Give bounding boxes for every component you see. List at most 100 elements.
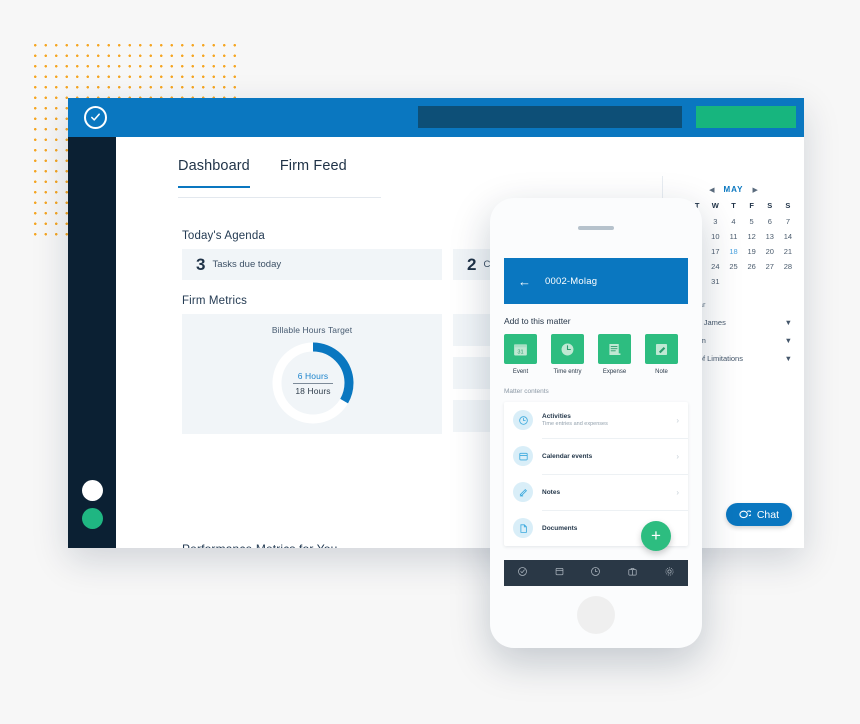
- calendar-day-selected[interactable]: 18: [724, 247, 742, 256]
- calendar-day[interactable]: 13: [761, 232, 779, 241]
- calendar-day[interactable]: 6: [761, 217, 779, 226]
- donut-center-label: 6 Hours 18 Hours: [270, 371, 356, 396]
- nav-check-circle-icon[interactable]: [517, 564, 528, 582]
- donut-fraction-rule: [293, 383, 333, 384]
- clock-icon: [513, 410, 533, 430]
- svg-text:31: 31: [517, 349, 523, 355]
- calendar-day[interactable]: 21: [779, 247, 797, 256]
- check-icon: [91, 113, 100, 121]
- chat-bubble-icon: [739, 510, 751, 519]
- list-item-subtitle: Time entries and expenses: [542, 421, 608, 428]
- calendar-dow: W: [711, 201, 719, 210]
- chat-label: Chat: [756, 508, 779, 521]
- main-tabs: Dashboard Firm Feed: [178, 158, 347, 188]
- calendar-day[interactable]: 12: [743, 232, 761, 241]
- pencil-glyph: [519, 488, 527, 496]
- clock-glyph: [561, 343, 574, 355]
- list-item-text: Activities Time entries and expenses: [542, 413, 676, 428]
- avatar-dot-white[interactable]: [82, 480, 103, 501]
- product-shot-stage: Dashboard Firm Feed Today's Agenda 3 Tas…: [0, 0, 860, 724]
- desktop-left-sidebar: [68, 137, 116, 548]
- calendar-day[interactable]: 7: [779, 217, 797, 226]
- nav-briefcase-icon[interactable]: [627, 564, 638, 582]
- list-item-text: Calendar events: [542, 453, 676, 460]
- caret-down-icon[interactable]: ▼: [785, 354, 792, 363]
- calendar-day[interactable]: 26: [743, 262, 761, 271]
- calendar-day[interactable]: 3: [706, 217, 724, 226]
- chevron-right-icon: ›: [676, 451, 679, 461]
- list-item-calendar-events[interactable]: Calendar events ›: [504, 438, 688, 474]
- list-item-activities[interactable]: Activities Time entries and expenses ›: [504, 402, 688, 438]
- quick-action-event[interactable]: 31 Event: [504, 334, 537, 375]
- add-to-matter-title: Add to this matter: [504, 316, 571, 326]
- quick-action-expense[interactable]: Expense: [598, 334, 631, 375]
- nav-gear-icon[interactable]: [664, 564, 675, 582]
- calendar-day[interactable]: 27: [761, 262, 779, 271]
- calendar-dow: F: [749, 201, 754, 210]
- list-item-title: Notes: [542, 488, 561, 496]
- phone-app-header: ← 0002-Molag: [504, 258, 688, 304]
- chevron-right-icon[interactable]: ▶: [753, 186, 758, 194]
- calendar-glyph: 31: [514, 343, 527, 355]
- tab-firm-feed[interactable]: Firm Feed: [280, 158, 347, 188]
- calendar-day[interactable]: 28: [779, 262, 797, 271]
- donut-numerator: 6 Hours: [297, 371, 329, 381]
- section-title-agenda: Today's Agenda: [182, 230, 265, 242]
- receipt-icon: [598, 334, 631, 364]
- chat-button[interactable]: Chat: [725, 503, 792, 526]
- calendar-day[interactable]: 5: [743, 217, 761, 226]
- pencil-icon: [513, 482, 533, 502]
- caret-down-icon[interactable]: ▼: [785, 318, 792, 327]
- calendar-day[interactable]: 4: [724, 217, 742, 226]
- clock-glyph: [591, 567, 601, 576]
- quick-action-label: Event: [512, 369, 529, 375]
- document-glyph: [519, 523, 527, 533]
- caret-down-icon[interactable]: ▼: [785, 336, 792, 345]
- agenda-label: Tasks due today: [212, 259, 282, 270]
- agenda-count: 2: [467, 254, 477, 274]
- phone-speaker-grille: [578, 226, 614, 230]
- chevron-left-icon[interactable]: ◀: [709, 186, 714, 194]
- agenda-card-tasks[interactable]: 3 Tasks due today: [182, 249, 442, 280]
- calendar-dow: T: [731, 201, 736, 210]
- home-button[interactable]: [577, 596, 615, 634]
- clock-icon: [551, 334, 584, 364]
- status-dot-green[interactable]: [82, 508, 103, 529]
- chevron-right-icon: ›: [676, 415, 679, 425]
- arrow-left-icon[interactable]: ←: [518, 274, 531, 289]
- calendar-day[interactable]: 10: [706, 232, 724, 241]
- nav-calendar-icon[interactable]: [554, 564, 565, 582]
- calendar-day[interactable]: 14: [779, 232, 797, 241]
- quick-action-label: Note: [655, 369, 668, 375]
- donut-denominator: 18 Hours: [295, 386, 331, 396]
- donut-chart: 6 Hours 18 Hours: [270, 340, 356, 426]
- quick-action-time-entry[interactable]: Time entry: [551, 334, 584, 375]
- calendar-day[interactable]: 24: [706, 262, 724, 271]
- calendar-glyph: [555, 567, 564, 576]
- list-item-text: Notes: [542, 489, 676, 496]
- quick-action-note[interactable]: Note: [645, 334, 678, 375]
- primary-cta-button[interactable]: [696, 106, 796, 128]
- calendar-day[interactable]: 19: [743, 247, 761, 256]
- document-icon: [513, 518, 533, 538]
- phone-bottom-nav: [504, 560, 688, 586]
- clock-glyph: [518, 415, 528, 425]
- pencil-note-icon: [645, 334, 678, 364]
- nav-clock-icon[interactable]: [590, 564, 601, 582]
- list-item-notes[interactable]: Notes ›: [504, 474, 688, 510]
- calendar-day[interactable]: 20: [761, 247, 779, 256]
- calendar-day[interactable]: 11: [724, 232, 742, 241]
- global-search-input[interactable]: [418, 106, 682, 128]
- tab-dashboard[interactable]: Dashboard: [178, 158, 250, 188]
- calendar-day[interactable]: 31: [706, 277, 724, 286]
- check-circle-logo-icon[interactable]: [84, 106, 107, 129]
- add-fab-button[interactable]: +: [641, 521, 671, 551]
- calendar-day[interactable]: 25: [724, 262, 742, 271]
- pencil-note-glyph: [655, 343, 668, 355]
- chart-title: Billable Hours Target: [271, 325, 353, 335]
- chevron-right-icon: ›: [676, 487, 679, 497]
- calendar-day[interactable]: 17: [706, 247, 724, 256]
- agenda-count: 3: [196, 254, 206, 274]
- desktop-topbar: [68, 98, 804, 137]
- calendar-dow: S: [767, 201, 773, 210]
